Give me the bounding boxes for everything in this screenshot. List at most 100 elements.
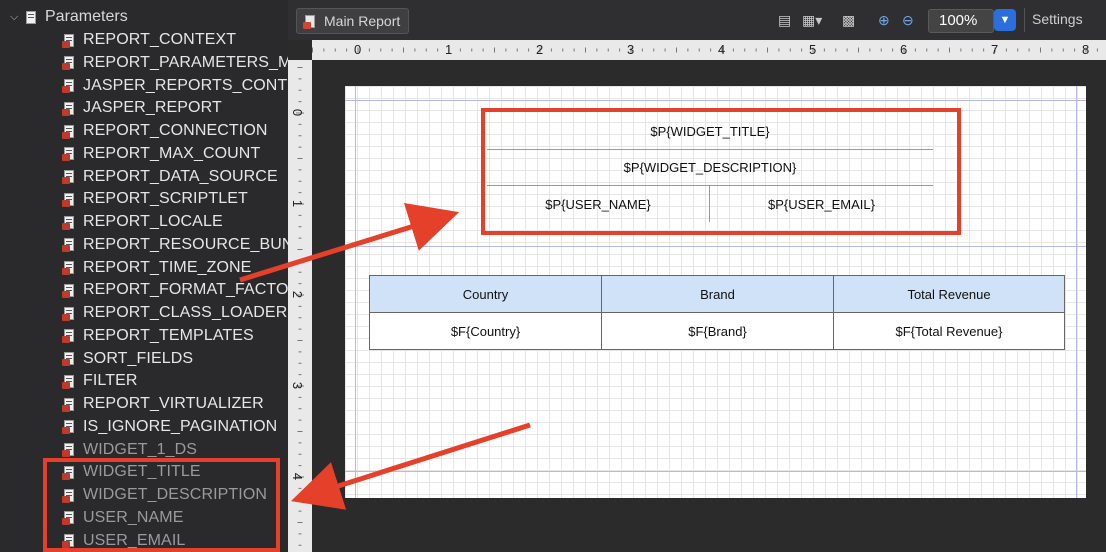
parameter-item[interactable]: REPORT_LOCALE xyxy=(62,211,223,233)
parameter-item[interactable]: REPORT_TEMPLATES xyxy=(62,325,254,347)
parameter-item[interactable]: SORT_FIELDS xyxy=(62,348,193,370)
parameter-label: USER_NAME xyxy=(83,508,184,526)
tab-main-report[interactable]: Main Report xyxy=(296,8,410,34)
parameter-item[interactable]: REPORT_CONTEXT xyxy=(62,29,236,51)
report-editor: Main Report ▤ ▦▾ ▩ ⊕ ⊖ 100% ▼ Settings 0… xyxy=(288,0,1106,552)
parameter-label: REPORT_TIME_ZONE xyxy=(83,258,252,276)
parameters-node[interactable]: ⌵ Parameters xyxy=(0,6,128,28)
user-name-field[interactable]: $P{USER_NAME} xyxy=(487,186,710,222)
table-field-total-revenue[interactable]: $F{Total Revenue} xyxy=(833,312,1065,350)
parameter-label: REPORT_DATA_SOURCE xyxy=(83,167,278,185)
parameter-item[interactable]: REPORT_CONNECTION xyxy=(62,120,268,142)
ruler-number: 4 xyxy=(718,42,726,57)
parameter-icon xyxy=(62,533,77,548)
parameter-label: FILTER xyxy=(83,372,138,390)
parameter-icon xyxy=(62,55,77,71)
parameter-icon xyxy=(62,146,77,162)
parameter-item[interactable]: REPORT_PARAMETERS_M xyxy=(62,52,288,74)
ruler-number: 0 xyxy=(290,108,306,117)
parameter-label: WIDGET_DESCRIPTION xyxy=(83,486,268,503)
parameter-item[interactable]: REPORT_DATA_SOURCE xyxy=(62,166,278,188)
table-header-brand[interactable]: Brand xyxy=(601,275,834,313)
editor-toolbar: Main Report ▤ ▦▾ ▩ ⊕ ⊖ 100% ▼ Settings xyxy=(288,0,1106,40)
parameter-label: IS_IGNORE_PAGINATION xyxy=(83,417,278,435)
widget-title-field[interactable]: $P{WIDGET_TITLE} xyxy=(487,114,933,150)
zoom-input[interactable]: 100% xyxy=(928,9,994,33)
chevron-down-icon[interactable]: ⌵ xyxy=(10,10,24,24)
parameter-label: REPORT_MAX_COUNT xyxy=(83,144,261,162)
parameter-item[interactable]: REPORT_VIRTUALIZER xyxy=(62,393,264,415)
band-guide-bottom xyxy=(345,471,1086,472)
parameter-item[interactable]: REPORT_SCRIPTLET xyxy=(62,188,248,210)
margin-guide-left xyxy=(355,86,356,498)
parameter-label: REPORT_SCRIPTLET xyxy=(83,190,248,208)
zoom-in-icon[interactable]: ⊕ xyxy=(878,11,890,29)
parameter-icon xyxy=(62,283,77,298)
parameter-icon xyxy=(62,215,77,230)
parameter-item[interactable]: REPORT_FORMAT_FACTO xyxy=(62,279,288,301)
parameter-item[interactable]: REPORT_MAX_COUNT xyxy=(62,143,260,165)
ruler-number: 8 xyxy=(1082,42,1090,57)
parameter-item[interactable]: JASPER_REPORT xyxy=(62,97,222,119)
parameter-label: WIDGET_TITLE xyxy=(83,463,201,481)
report-page[interactable]: $P{WIDGET_TITLE} $P{WIDGET_DESCRIPTION} … xyxy=(345,86,1086,498)
parameter-label: REPORT_FORMAT_FACTO xyxy=(83,281,288,299)
parameter-label: JASPER_REPORTS_CONTI xyxy=(83,76,288,94)
report-icon xyxy=(303,14,318,29)
toolbar-divider xyxy=(1024,8,1025,32)
parameter-item[interactable]: REPORT_CLASS_LOADER xyxy=(62,302,287,324)
table-field-brand[interactable]: $F{Brand} xyxy=(601,312,834,350)
widget-description-field[interactable]: $P{WIDGET_DESCRIPTION} xyxy=(487,150,933,186)
ruler-number: 3 xyxy=(627,42,635,57)
margin-guide-right xyxy=(1076,86,1077,498)
parameter-icon xyxy=(62,260,77,275)
parameter-icon xyxy=(62,33,77,48)
user-email-field[interactable]: $P{USER_EMAIL} xyxy=(710,186,933,222)
ruler-ticks xyxy=(312,47,1098,53)
parameter-icon xyxy=(62,101,77,116)
parameter-item[interactable]: WIDGET_TITLE xyxy=(62,461,201,483)
parameter-icon xyxy=(62,465,77,480)
parameter-icon xyxy=(62,192,77,207)
ruler-number: 1 xyxy=(290,199,306,208)
zoom-out-icon[interactable]: ⊖ xyxy=(902,11,914,29)
parameter-item[interactable]: FILTER xyxy=(62,370,138,392)
table-header-country[interactable]: Country xyxy=(369,275,602,313)
parameter-item[interactable]: USER_EMAIL xyxy=(62,530,185,552)
parameter-item[interactable]: IS_IGNORE_PAGINATION xyxy=(62,416,277,438)
parameter-label: REPORT_TEMPLATES xyxy=(83,326,254,344)
parameter-label: USER_EMAIL xyxy=(83,531,186,549)
parameter-icon xyxy=(62,78,77,93)
band-guide-middle xyxy=(345,246,1086,247)
data-view-icon[interactable]: ▦▾ xyxy=(802,11,822,29)
parameter-icon xyxy=(62,419,77,435)
ruler-number: 6 xyxy=(900,42,908,57)
ruler-number: 2 xyxy=(290,290,306,299)
table-field-country[interactable]: $F{Country} xyxy=(369,312,602,350)
export-icon[interactable]: ▩ xyxy=(842,11,855,29)
parameter-icon xyxy=(62,237,77,253)
ruler-number: 3 xyxy=(290,381,306,390)
table-header-total-revenue[interactable]: Total Revenue xyxy=(833,275,1065,313)
parameter-item[interactable]: WIDGET_1_DS xyxy=(62,439,197,461)
parameters-folder-icon xyxy=(24,10,39,25)
grid-view-icon[interactable]: ▤ xyxy=(778,11,791,29)
horizontal-ruler: 0 1 2 3 4 5 6 7 8 xyxy=(312,40,1106,60)
zoom-dropdown-button[interactable]: ▼ xyxy=(994,9,1016,31)
parameter-label: SORT_FIELDS xyxy=(83,349,194,367)
settings-button[interactable]: Settings xyxy=(1032,11,1083,27)
vertical-ruler: 0 1 2 3 4 xyxy=(288,60,312,552)
ruler-number: 7 xyxy=(991,42,999,57)
parameter-label: REPORT_PARAMETERS_M xyxy=(83,53,288,71)
parameter-item[interactable]: REPORT_TIME_ZONE xyxy=(62,257,251,279)
ruler-number: 1 xyxy=(445,42,453,57)
parameter-label: REPORT_LOCALE xyxy=(83,213,223,230)
parameter-label: REPORT_CLASS_LOADER xyxy=(83,304,288,321)
parameter-icon xyxy=(62,169,77,184)
parameter-item[interactable]: REPORT_RESOURCE_BUN xyxy=(62,234,288,256)
parameter-icon xyxy=(62,397,77,412)
parameter-item[interactable]: WIDGET_DESCRIPTION xyxy=(62,484,267,506)
parameter-item[interactable]: USER_NAME xyxy=(62,507,183,529)
parameter-label: REPORT_CONNECTION xyxy=(83,122,268,139)
parameter-item[interactable]: JASPER_REPORTS_CONTI xyxy=(62,75,288,97)
